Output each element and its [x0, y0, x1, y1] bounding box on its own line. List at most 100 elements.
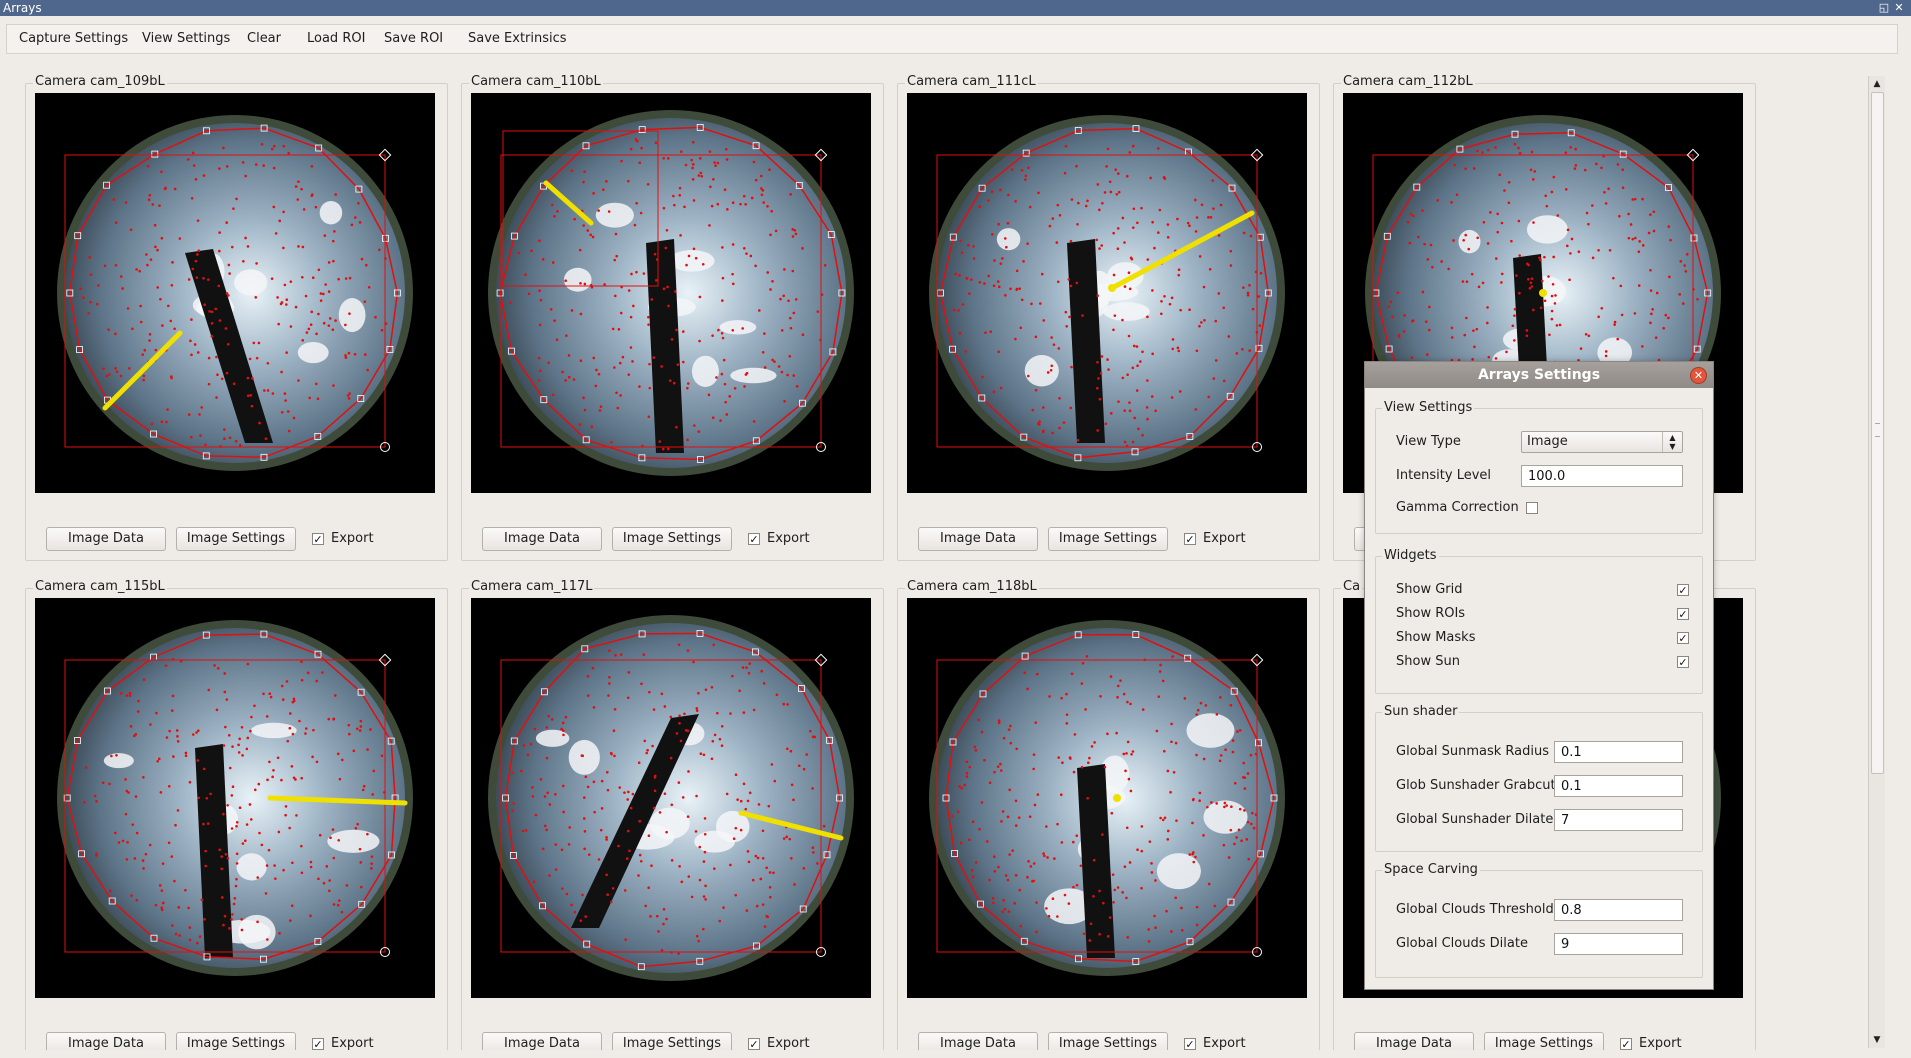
export-checkbox[interactable]: ✓ — [312, 1038, 324, 1050]
close-icon[interactable]: ✕ — [1893, 0, 1905, 16]
image-settings-button[interactable]: Image Settings — [1484, 1032, 1604, 1050]
grid-point — [207, 356, 211, 360]
widget-option-checkbox[interactable]: ✓ — [1677, 608, 1689, 620]
widget-option-checkbox[interactable]: ✓ — [1677, 656, 1689, 668]
grid-point — [722, 906, 725, 909]
grid-point — [629, 315, 633, 319]
grid-point — [124, 201, 128, 204]
capture-settings-button[interactable]: Capture Settings — [19, 25, 128, 53]
grid-point — [541, 258, 545, 261]
grid-point — [1147, 940, 1151, 943]
grid-point — [233, 897, 237, 900]
grid-point — [1637, 284, 1641, 287]
grid-point — [721, 336, 725, 340]
widget-option-checkbox[interactable]: ✓ — [1677, 632, 1689, 644]
image-settings-button[interactable]: Image Settings — [612, 527, 732, 551]
grid-point — [291, 700, 295, 704]
export-checkbox[interactable]: ✓ — [1184, 533, 1196, 545]
fisheye-image[interactable] — [907, 93, 1307, 493]
export-checkbox[interactable]: ✓ — [1184, 1038, 1196, 1050]
grid-point — [701, 262, 705, 266]
grid-point — [1195, 923, 1199, 927]
scroll-down-icon[interactable]: ▼ — [1869, 1033, 1885, 1047]
setting-input[interactable] — [1554, 775, 1683, 797]
clear-button[interactable]: Clear — [247, 25, 281, 53]
image-settings-button[interactable]: Image Settings — [1048, 527, 1168, 551]
setting-input[interactable] — [1554, 809, 1683, 831]
grid-point — [331, 828, 335, 831]
save-extrinsics-button[interactable]: Save Extrinsics — [468, 25, 567, 53]
grid-point — [266, 938, 269, 941]
dialog-close-icon[interactable]: ✕ — [1690, 367, 1707, 384]
image-data-button[interactable]: Image Data — [46, 527, 166, 551]
load-roi-button[interactable]: Load ROI — [307, 25, 365, 53]
grid-point — [1500, 221, 1504, 225]
image-settings-button[interactable]: Image Settings — [1048, 1032, 1168, 1050]
grid-point — [1084, 204, 1088, 208]
image-data-button[interactable]: Image Data — [46, 1032, 166, 1050]
grid-point — [1568, 278, 1571, 282]
setting-label: Global Clouds Threshold — [1396, 902, 1554, 917]
grid-point — [360, 885, 363, 889]
fisheye-image[interactable] — [35, 93, 435, 493]
grid-point — [718, 737, 722, 741]
grid-point — [958, 785, 961, 788]
grid-point — [1026, 687, 1029, 691]
grid-point — [281, 698, 285, 701]
grid-point — [1634, 236, 1637, 240]
scroll-up-icon[interactable]: ▲ — [1869, 77, 1885, 91]
intensity-level-input[interactable] — [1521, 465, 1683, 487]
grid-point — [647, 323, 650, 326]
export-checkbox[interactable]: ✓ — [748, 1038, 760, 1050]
setting-input[interactable] — [1554, 933, 1683, 955]
image-data-button[interactable]: Image Data — [918, 527, 1038, 551]
image-settings-button[interactable]: Image Settings — [612, 1032, 732, 1050]
image-data-button[interactable]: Image Data — [482, 527, 602, 551]
scrollbar-thumb[interactable] — [1871, 92, 1884, 774]
image-settings-button[interactable]: Image Settings — [176, 527, 296, 551]
grid-point — [214, 307, 218, 311]
gamma-correction-checkbox[interactable] — [1526, 502, 1538, 514]
grid-point — [792, 311, 796, 315]
image-data-button[interactable]: Image Data — [918, 1032, 1038, 1050]
image-data-button[interactable]: Image Data — [1354, 1032, 1474, 1050]
grid-point — [1249, 753, 1253, 757]
grid-point — [1669, 238, 1672, 242]
grid-point — [355, 727, 359, 731]
grid-point — [748, 662, 751, 665]
grid-point — [954, 272, 958, 276]
fisheye-image[interactable] — [35, 598, 435, 998]
setting-input[interactable] — [1554, 741, 1683, 763]
grid-point — [988, 781, 992, 785]
export-checkbox[interactable]: ✓ — [1620, 1038, 1632, 1050]
restore-icon[interactable]: ◱ — [1878, 0, 1890, 16]
view-settings-button[interactable]: View Settings — [142, 25, 230, 53]
grid-point — [225, 698, 229, 701]
image-data-button[interactable]: Image Data — [482, 1032, 602, 1050]
fisheye-image[interactable] — [471, 93, 871, 493]
grid-point — [369, 728, 372, 731]
grid-point — [1129, 702, 1132, 706]
grid-point — [658, 440, 661, 443]
grid-point — [1450, 336, 1454, 339]
grid-point — [1072, 840, 1075, 844]
grid-point — [1028, 205, 1032, 209]
dialog-title[interactable]: Arrays Settings — [1365, 362, 1713, 388]
grid-point — [741, 327, 744, 330]
export-checkbox[interactable]: ✓ — [312, 533, 324, 545]
grid-point — [661, 447, 665, 451]
view-type-select[interactable]: Image ▲ ▼ — [1521, 431, 1683, 453]
grid-point — [1585, 211, 1589, 215]
grid-point — [1543, 255, 1546, 259]
grid-point — [189, 339, 192, 343]
vertical-scrollbar[interactable]: ▲ ▼ — [1868, 76, 1885, 1048]
save-roi-button[interactable]: Save ROI — [384, 25, 443, 53]
grid-point — [1151, 289, 1154, 292]
image-settings-button[interactable]: Image Settings — [176, 1032, 296, 1050]
fisheye-image[interactable] — [907, 598, 1307, 998]
widget-option-checkbox[interactable]: ✓ — [1677, 584, 1689, 596]
grid-point — [1637, 250, 1641, 254]
setting-input[interactable] — [1554, 899, 1683, 921]
fisheye-image[interactable] — [471, 598, 871, 998]
export-checkbox[interactable]: ✓ — [748, 533, 760, 545]
